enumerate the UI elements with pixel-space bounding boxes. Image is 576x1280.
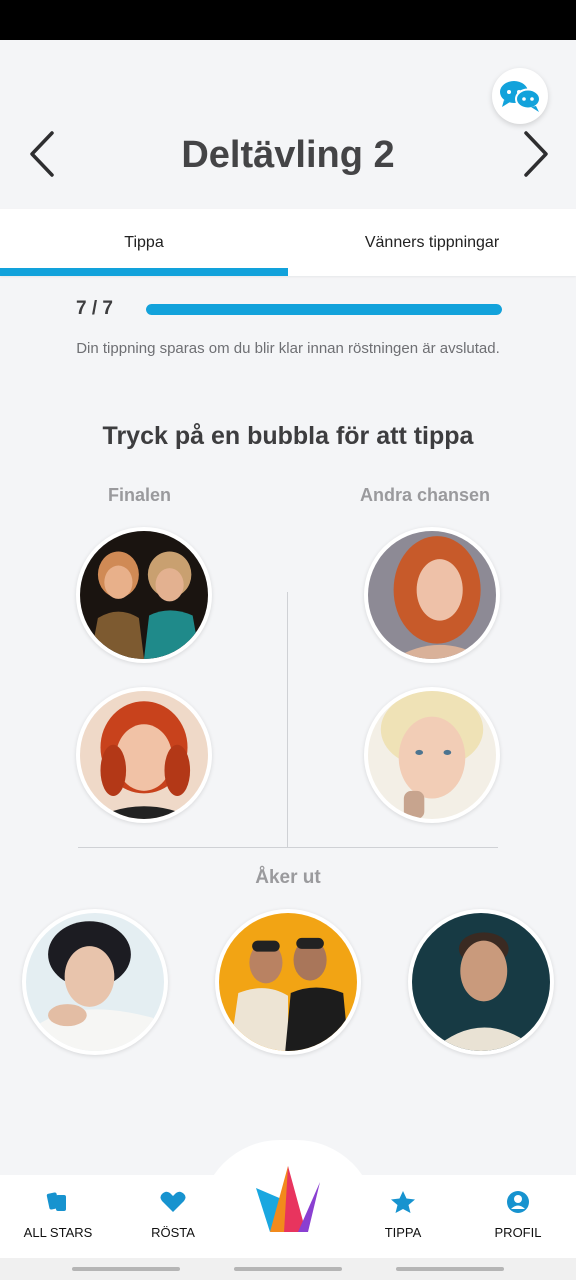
melodifestivalen-logo-icon	[256, 1166, 320, 1232]
star-icon	[391, 1191, 415, 1213]
previous-heat-button[interactable]	[22, 128, 62, 180]
artist-bubble-aker-ut-1[interactable]	[22, 909, 168, 1055]
artist-photo	[80, 691, 208, 819]
artist-photo	[368, 691, 496, 819]
artist-photo	[26, 913, 164, 1051]
artist-photo	[80, 531, 208, 659]
next-heat-button[interactable]	[516, 128, 556, 180]
column-label-andra-chansen: Andra chansen	[360, 485, 491, 505]
nav-label: TIPPA	[384, 1225, 422, 1240]
artist-photo	[412, 913, 550, 1051]
nav-label: RÖSTA	[151, 1225, 195, 1240]
progress-bar	[146, 304, 502, 315]
artist-photo	[368, 531, 496, 659]
artist-bubble-andra-chansen-2[interactable]	[364, 687, 500, 823]
artist-bubble-aker-ut-3[interactable]	[408, 909, 554, 1055]
page-title: Deltävling 2	[181, 134, 395, 176]
melodifestivalen-logo[interactable]	[250, 1160, 326, 1240]
column-label-finalen: Finalen	[108, 485, 172, 505]
column-label-aker-ut: Åker ut	[255, 867, 321, 888]
artist-photo	[219, 913, 357, 1051]
nav-tippa[interactable]: TIPPA	[353, 1190, 453, 1240]
artist-bubble-finalen-1[interactable]	[76, 527, 212, 663]
chat-button[interactable]	[492, 68, 548, 124]
chat-bubbles-icon	[500, 81, 541, 112]
artist-bubble-aker-ut-2[interactable]	[215, 909, 361, 1055]
profile-icon	[507, 1191, 529, 1213]
status-bar	[0, 0, 576, 40]
nav-rosta[interactable]: RÖSTA	[123, 1190, 223, 1240]
section-title: Tryck på en bubbla för att tippa	[102, 422, 474, 450]
nav-label: PROFIL	[494, 1225, 542, 1240]
heart-icon	[160, 1191, 186, 1212]
chevron-left-icon	[30, 131, 54, 177]
column-divider	[287, 592, 288, 847]
progress-count: 7 / 7	[76, 298, 113, 319]
nav-profil[interactable]: PROFIL	[468, 1190, 568, 1240]
tab-vanners-tippningar[interactable]: Vänners tippningar	[288, 209, 576, 276]
nav-label: ALL STARS	[23, 1225, 93, 1240]
info-text: Din tippning sparas om du blir klar inna…	[76, 340, 500, 357]
section-divider	[78, 847, 498, 848]
tab-bar: Tippa Vänners tippningar	[0, 209, 576, 276]
tab-tippa[interactable]: Tippa	[0, 209, 288, 276]
progress-bar-fill	[146, 304, 502, 315]
nav-all-stars[interactable]: ALL STARS	[8, 1190, 108, 1240]
artist-bubble-andra-chansen-1[interactable]	[364, 527, 500, 663]
system-gesture-bar	[0, 1258, 576, 1280]
artist-bubble-finalen-2[interactable]	[76, 687, 212, 823]
chevron-right-icon	[524, 131, 548, 177]
cards-icon	[46, 1192, 66, 1211]
